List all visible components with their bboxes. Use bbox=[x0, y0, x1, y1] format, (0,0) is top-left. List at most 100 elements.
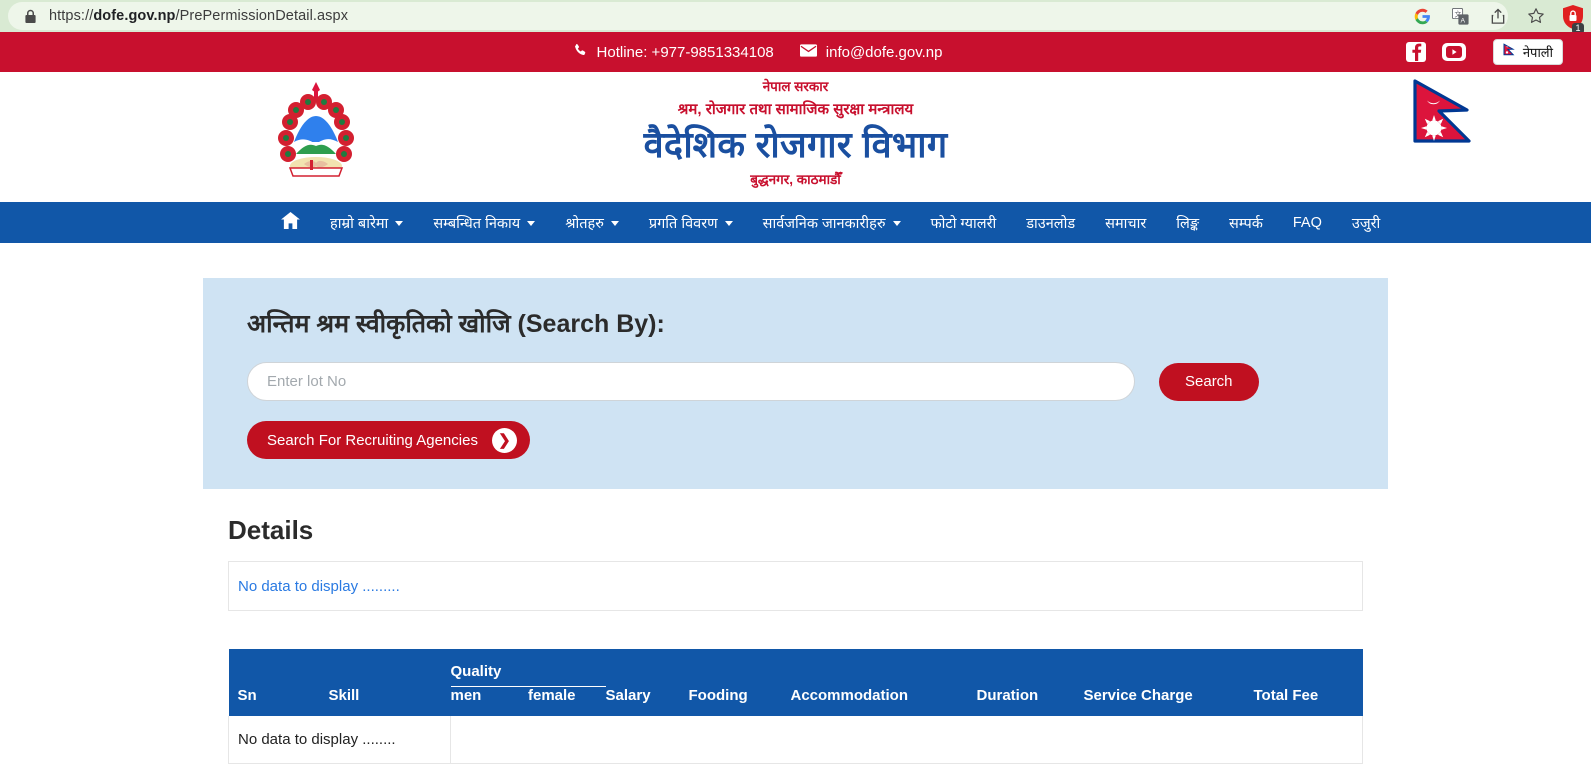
translate-icon[interactable]: 文A bbox=[1451, 7, 1469, 25]
hotline-text: Hotline: +977-9851334108 bbox=[596, 43, 774, 61]
search-button[interactable]: Search bbox=[1159, 362, 1259, 401]
email-text: info@dofe.gov.np bbox=[825, 43, 943, 61]
nav-label: उजुरी bbox=[1351, 215, 1381, 232]
facebook-icon[interactable] bbox=[1406, 42, 1426, 62]
table-group-header-row: Quality bbox=[228, 649, 1363, 687]
agency-button-label: Search For Recruiting Agencies bbox=[267, 431, 478, 449]
nav-label: लिङ्क bbox=[1176, 215, 1200, 232]
youtube-icon[interactable] bbox=[1442, 43, 1466, 61]
nav-item-about[interactable]: हाम्रो बारेमा bbox=[315, 202, 418, 243]
top-contact-bar: Hotline: +977-9851334108 info@dofe.gov.n… bbox=[0, 32, 1591, 72]
nav-item-related-bodies[interactable]: सम्बन्धित निकाय bbox=[418, 202, 550, 243]
url-text: https://dofe.gov.np/PrePermissionDetail.… bbox=[49, 8, 349, 24]
search-recruiting-agencies-button[interactable]: Search For Recruiting Agencies ❯ bbox=[247, 421, 530, 459]
group-blank-skill bbox=[329, 649, 451, 687]
table-column-header-row: Sn Skill men female Salary Fooding Accom… bbox=[228, 686, 1363, 717]
details-no-data-panel: No data to display ......... bbox=[228, 561, 1363, 611]
results-table-header: Quality Sn Skill men female Salary Foodi… bbox=[228, 649, 1363, 717]
details-section: Details No data to display ......... Qua… bbox=[203, 515, 1388, 764]
department-address: बुद्धनगर, काठमाडौँ bbox=[750, 171, 841, 187]
page-title: Details bbox=[228, 515, 314, 545]
contact-info: Hotline: +977-9851334108 info@dofe.gov.n… bbox=[573, 43, 943, 62]
social-links bbox=[1406, 32, 1466, 72]
bookmark-star-icon[interactable] bbox=[1527, 7, 1545, 25]
table-empty-message: No data to display ........ bbox=[228, 716, 451, 764]
phone-icon bbox=[573, 43, 588, 62]
column-header-total-fee[interactable]: Total Fee bbox=[1254, 687, 1363, 717]
nav-item-public-info[interactable]: सार्वजनिक जानकारीहरु bbox=[748, 202, 916, 243]
department-title: वैदेशिक रोजगार विभाग bbox=[643, 123, 948, 165]
government-name: नेपाल सरकार bbox=[762, 79, 829, 94]
group-blank-accommodation bbox=[791, 649, 977, 687]
nav-label: डाउनलोड bbox=[1026, 215, 1076, 232]
lot-number-input[interactable] bbox=[247, 362, 1135, 401]
nav-label: प्रगति विवरण bbox=[648, 215, 718, 232]
group-blank-salary bbox=[606, 649, 689, 687]
chevron-down-icon bbox=[724, 221, 733, 226]
svg-text:A: A bbox=[1460, 17, 1465, 24]
nav-label: फोटो ग्यालरी bbox=[930, 215, 997, 232]
group-blank-total bbox=[1254, 649, 1363, 687]
nav-label: FAQ bbox=[1292, 214, 1322, 231]
search-panel: अन्तिम श्रम स्वीकृतिको खोजि (Search By):… bbox=[203, 278, 1388, 489]
nav-item-home[interactable] bbox=[266, 202, 315, 243]
group-blank-sn bbox=[229, 649, 329, 687]
search-panel-title: अन्तिम श्रम स्वीकृतिको खोजि (Search By): bbox=[247, 310, 665, 338]
masthead-titles: नेपाल सरकार श्रम, रोजगार तथा सामाजिक सुर… bbox=[0, 77, 1591, 192]
column-header-fooding[interactable]: Fooding bbox=[689, 687, 791, 717]
chevron-right-icon: ❯ bbox=[491, 427, 517, 453]
results-table: Quality Sn Skill men female Salary Foodi… bbox=[228, 649, 1363, 764]
table-empty-filler bbox=[450, 716, 1363, 764]
extension-shield-icon[interactable]: 1 bbox=[1561, 4, 1585, 34]
column-header-service-charge[interactable]: Service Charge bbox=[1084, 687, 1254, 717]
email-item[interactable]: info@dofe.gov.np bbox=[799, 43, 943, 61]
language-label: नेपाली bbox=[1522, 45, 1553, 60]
hotline-item[interactable]: Hotline: +977-9851334108 bbox=[573, 43, 774, 62]
details-no-data-message: No data to display ......... bbox=[238, 577, 400, 595]
column-group-quality: Quality bbox=[450, 649, 606, 687]
column-header-female[interactable]: female bbox=[528, 687, 606, 717]
envelope-icon bbox=[799, 43, 817, 61]
chevron-down-icon bbox=[892, 221, 901, 226]
chevron-down-icon bbox=[610, 221, 619, 226]
group-blank-fooding bbox=[689, 649, 791, 687]
column-header-sn[interactable]: Sn bbox=[229, 687, 329, 717]
nav-item-resources[interactable]: श्रोतहरु bbox=[550, 202, 634, 243]
browser-toolbar-icons: 文A bbox=[1413, 0, 1545, 32]
column-header-men[interactable]: men bbox=[451, 687, 529, 717]
nav-label: सम्बन्धित निकाय bbox=[433, 215, 521, 232]
nepal-flag-icon bbox=[1407, 78, 1479, 164]
address-bar[interactable]: https://dofe.gov.np/PrePermissionDetail.… bbox=[8, 2, 1508, 30]
nav-item-photo-gallery[interactable]: फोटो ग्यालरी bbox=[916, 202, 1012, 243]
ministry-name: श्रम, रोजगार तथा सामाजिक सुरक्षा मन्त्रा… bbox=[677, 101, 914, 119]
nav-item-progress-report[interactable]: प्रगति विवरण bbox=[634, 202, 748, 243]
nav-label: हाम्रो बारेमा bbox=[330, 215, 389, 232]
group-blank-duration bbox=[977, 649, 1084, 687]
column-header-salary[interactable]: Salary bbox=[606, 687, 689, 717]
nav-label: सार्वजनिक जानकारीहरु bbox=[762, 215, 886, 232]
nav-item-news[interactable]: समाचार bbox=[1090, 202, 1161, 243]
column-header-accommodation[interactable]: Accommodation bbox=[791, 687, 977, 717]
nav-item-contact[interactable]: सम्पर्क bbox=[1214, 202, 1278, 243]
home-icon bbox=[281, 212, 300, 233]
nav-item-faq[interactable]: FAQ bbox=[1278, 202, 1337, 243]
chevron-down-icon bbox=[527, 221, 536, 226]
group-blank-service bbox=[1084, 649, 1254, 687]
language-toggle-button[interactable]: नेपाली bbox=[1492, 39, 1563, 65]
nepal-flag-icon bbox=[1503, 42, 1517, 62]
nav-item-download[interactable]: डाउनलोड bbox=[1011, 202, 1090, 243]
nav-item-links[interactable]: लिङ्क bbox=[1161, 202, 1214, 243]
nav-label: सम्पर्क bbox=[1229, 215, 1263, 232]
nav-label: श्रोतहरु bbox=[565, 215, 604, 232]
site-masthead: नेपाल सरकार श्रम, रोजगार तथा सामाजिक सुर… bbox=[0, 72, 1591, 202]
share-icon[interactable] bbox=[1489, 7, 1507, 25]
results-table-body: No data to display ........ bbox=[228, 716, 1363, 764]
chevron-down-icon bbox=[395, 221, 404, 226]
main-navigation: हाम्रो बारेमा सम्बन्धित निकाय श्रोतहरु प… bbox=[0, 202, 1591, 243]
browser-chrome: https://dofe.gov.np/PrePermissionDetail.… bbox=[0, 0, 1591, 34]
column-header-duration[interactable]: Duration bbox=[977, 687, 1084, 717]
google-icon[interactable] bbox=[1413, 7, 1431, 25]
search-row: Search bbox=[247, 362, 1344, 401]
column-header-skill[interactable]: Skill bbox=[329, 687, 451, 717]
nav-item-complaint[interactable]: उजुरी bbox=[1337, 202, 1395, 243]
